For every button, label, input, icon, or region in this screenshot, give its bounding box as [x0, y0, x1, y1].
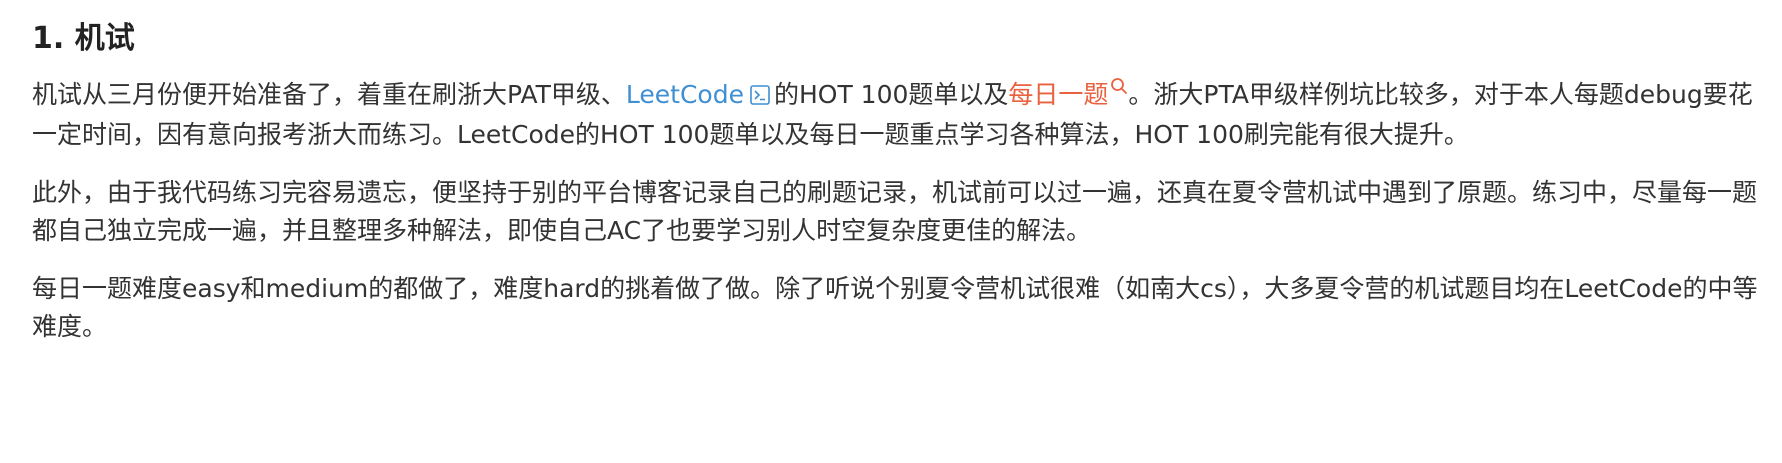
- daily-question-link[interactable]: 每日一题: [1008, 80, 1108, 109]
- article-section: 1. 机试 机试从三月份便开始准备了，着重在刷浙大PAT甲级、LeetCode 的…: [0, 0, 1782, 346]
- section-title: 1. 机试: [32, 21, 135, 56]
- paragraph-1-text-middle: 的HOT 100题单以及: [773, 80, 1009, 109]
- paragraph-1: 机试从三月份便开始准备了，着重在刷浙大PAT甲级、LeetCode 的HOT 10…: [32, 68, 1758, 154]
- search-icon[interactable]: [1110, 68, 1128, 106]
- terminal-box-icon[interactable]: [750, 78, 770, 116]
- leetcode-link[interactable]: LeetCode: [626, 80, 744, 109]
- paragraph-2: 此外，由于我代码练习完容易遗忘，便坚持于别的平台博客记录自己的刷题记录，机试前可…: [32, 178, 1758, 245]
- paragraph-3: 每日一题难度easy和medium的都做了，难度hard的挑着做了做。除了听说个…: [32, 274, 1758, 341]
- paragraph-1-text-before-link: 机试从三月份便开始准备了，着重在刷浙大PAT甲级、: [32, 80, 626, 109]
